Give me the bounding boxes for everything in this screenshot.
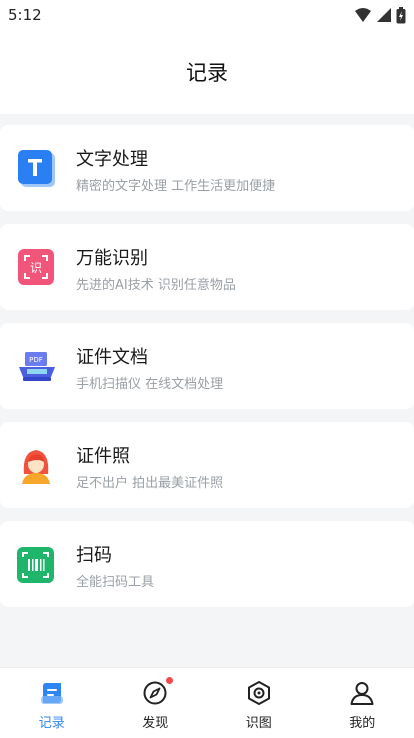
card-description: 先进的AI技术 识别任意物品 (76, 274, 236, 293)
bottom-tab-bar: 记录 发现 识图 我的 (0, 667, 414, 738)
text-t-icon (16, 147, 58, 189)
page-title: 记录 (186, 57, 228, 87)
status-time: 5:12 (8, 6, 42, 24)
lens-icon (246, 680, 272, 706)
scan-recognize-icon: 识 (16, 246, 58, 288)
svg-text:PDF: PDF (29, 356, 43, 364)
card-description: 足不出户 拍出最美证件照 (76, 472, 223, 491)
pdf-scanner-icon: PDF (16, 345, 58, 387)
tab-label: 识图 (246, 712, 272, 731)
card-description: 手机扫描仪 在线文档处理 (76, 373, 223, 392)
tab-mine[interactable]: 我的 (311, 668, 414, 738)
feature-card-id-documents[interactable]: PDF 证件文档 手机扫描仪 在线文档处理 (0, 323, 414, 409)
notification-dot (166, 677, 173, 684)
card-description: 精密的文字处理 工作生活更加便捷 (76, 175, 275, 194)
tab-image-recognition[interactable]: 识图 (207, 668, 311, 738)
profile-icon (349, 680, 375, 706)
signal-icon (376, 7, 392, 23)
portrait-icon (16, 444, 58, 486)
status-bar: 5:12 (0, 0, 414, 30)
card-title: 扫码 (76, 541, 112, 567)
compass-icon (142, 680, 168, 706)
status-icons (354, 6, 406, 24)
card-description: 全能扫码工具 (76, 571, 154, 590)
feature-card-universal-recognition[interactable]: 识 万能识别 先进的AI技术 识别任意物品 (0, 224, 414, 310)
card-title: 证件文档 (76, 343, 148, 369)
battery-icon (396, 7, 406, 24)
tab-record[interactable]: 记录 (0, 668, 104, 738)
feature-card-text-processing[interactable]: 文字处理 精密的文字处理 工作生活更加便捷 (0, 125, 414, 211)
tab-discover[interactable]: 发现 (104, 668, 208, 738)
page-header: 记录 (0, 30, 414, 114)
tab-label: 记录 (39, 712, 65, 731)
record-doc-icon (39, 680, 65, 706)
barcode-scan-icon (16, 543, 58, 585)
feature-card-scan-code[interactable]: 扫码 全能扫码工具 (0, 521, 414, 607)
card-title: 万能识别 (76, 244, 148, 270)
card-title: 文字处理 (76, 145, 148, 171)
card-title: 证件照 (76, 442, 130, 468)
svg-text:识: 识 (30, 261, 42, 275)
tab-label: 发现 (142, 712, 168, 731)
wifi-icon (354, 7, 372, 23)
feature-card-id-photo[interactable]: 证件照 足不出户 拍出最美证件照 (0, 422, 414, 508)
tab-label: 我的 (349, 712, 375, 731)
